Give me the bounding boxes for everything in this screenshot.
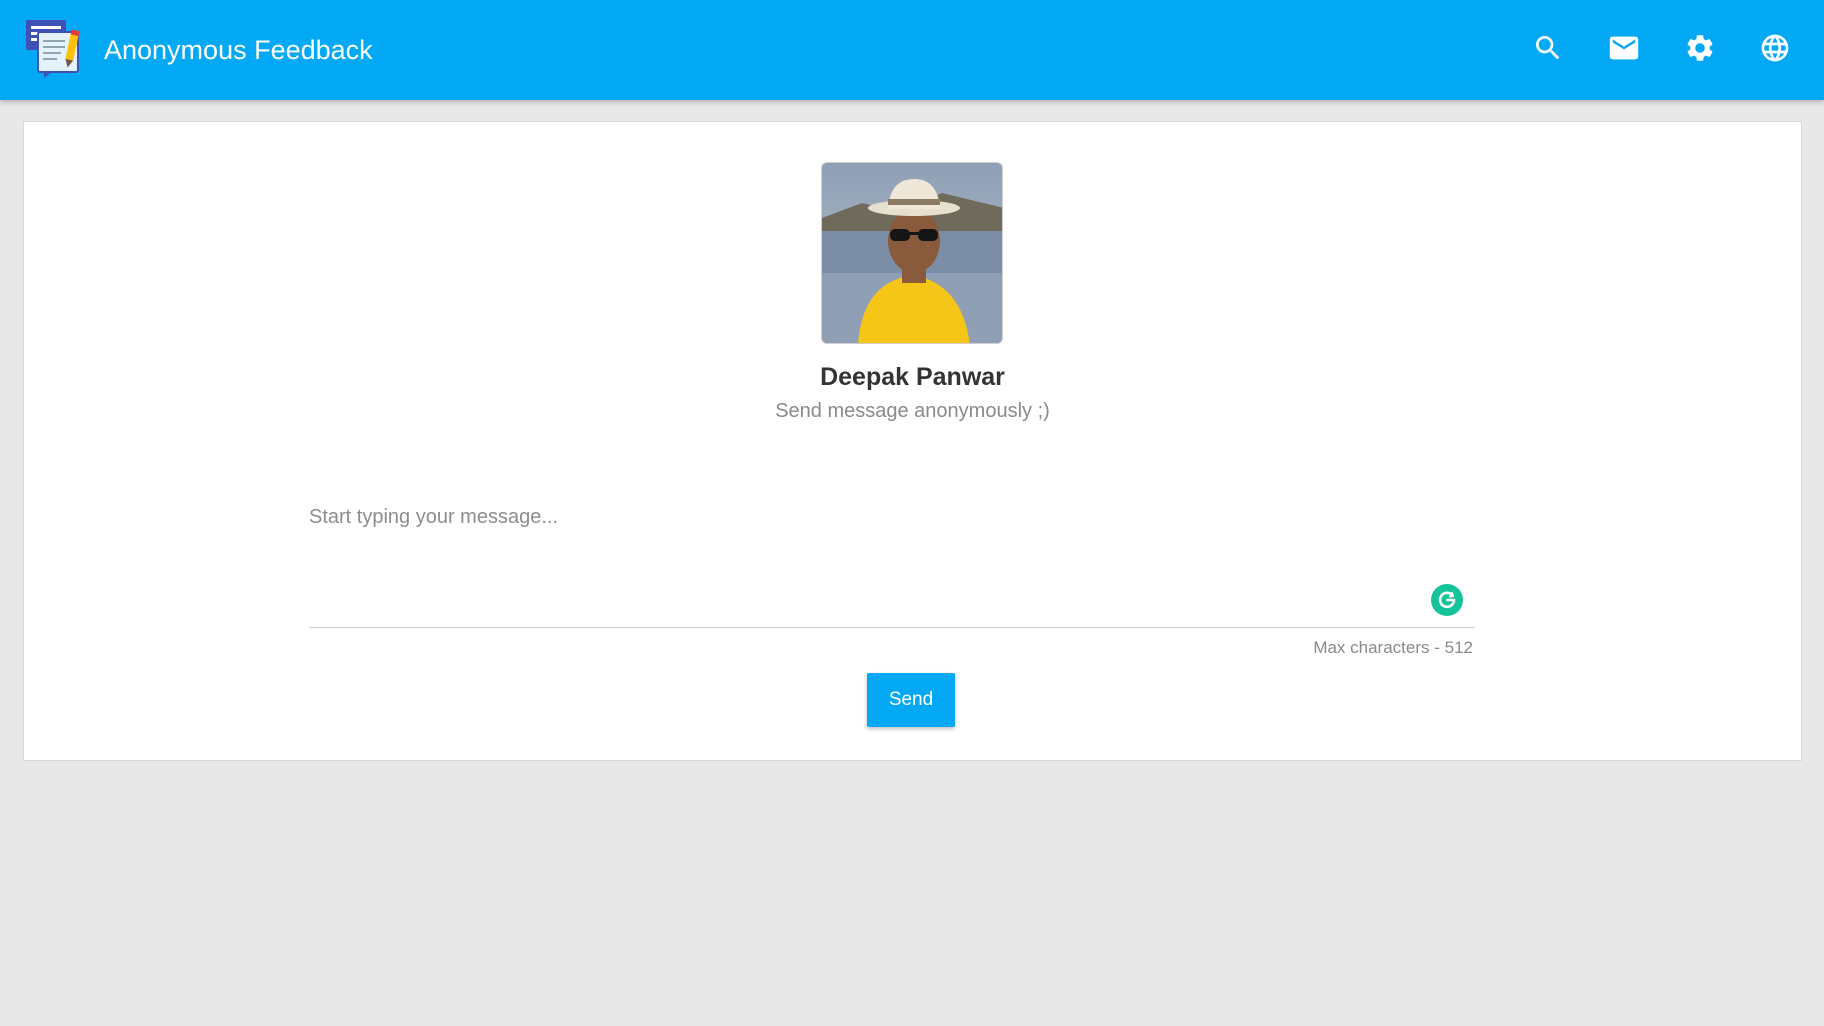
language-button[interactable] [1753, 28, 1797, 72]
send-button[interactable]: Send [867, 673, 955, 727]
grammarly-icon[interactable] [1431, 584, 1463, 616]
app-bar: Anonymous Feedback [0, 0, 1824, 100]
feedback-card: Deepak Panwar Send message anonymously ;… [23, 121, 1802, 761]
app-title: Anonymous Feedback [104, 35, 373, 65]
chat-document-logo-icon [24, 18, 88, 78]
max-characters-hint: Max characters - 512 [1313, 638, 1473, 657]
profile-name: Deepak Panwar [820, 363, 1005, 391]
mail-icon [1607, 31, 1641, 70]
globe-icon [1759, 32, 1791, 69]
search-icon [1532, 32, 1564, 69]
gear-icon [1684, 32, 1716, 69]
search-button[interactable] [1526, 28, 1570, 72]
profile-subtitle: Send message anonymously ;) [775, 400, 1050, 422]
inbox-button[interactable] [1602, 28, 1646, 72]
message-input[interactable] [309, 492, 1475, 628]
settings-button[interactable] [1678, 28, 1722, 72]
avatar [821, 162, 1003, 344]
